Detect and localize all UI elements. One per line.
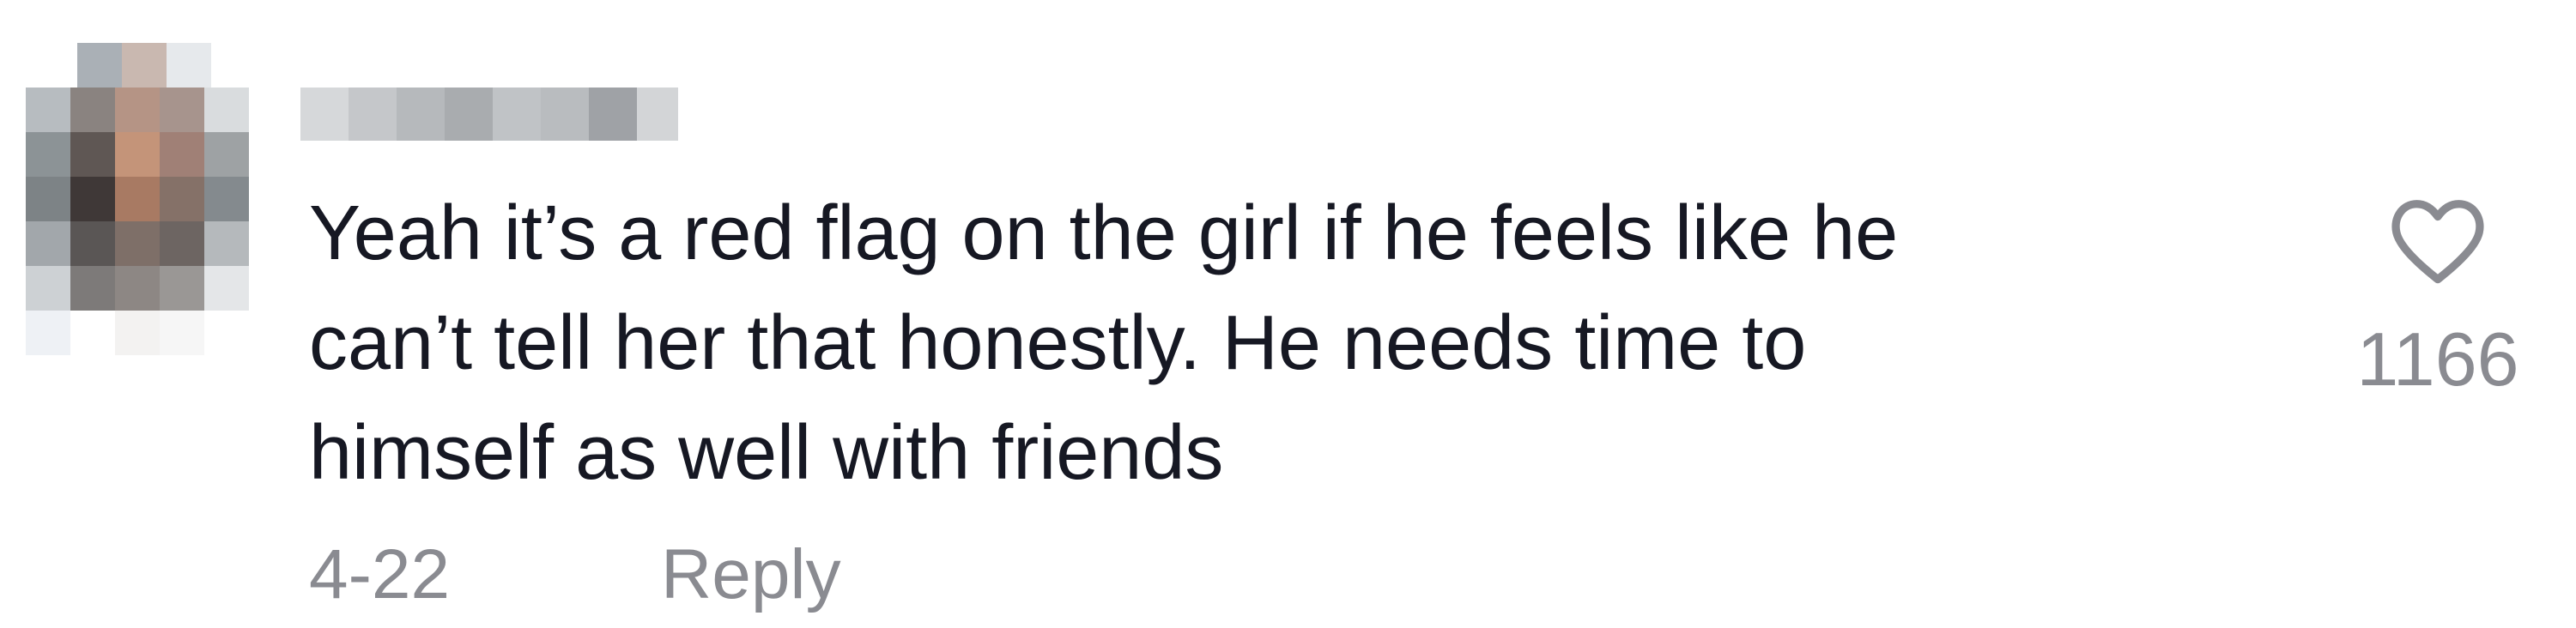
comment-text: Yeah it’s a red flag on the girl if he f… — [309, 178, 2283, 508]
comment-line: himself as well with friends — [309, 410, 1224, 496]
comment-line: Yeah it’s a red flag on the girl if he f… — [309, 190, 1899, 276]
comment-meta: 4-22 Reply — [309, 532, 841, 618]
reply-button[interactable]: Reply — [661, 532, 841, 618]
avatar[interactable] — [26, 43, 258, 360]
comment-date: 4-22 — [309, 535, 451, 613]
like-count: 1166 — [2356, 317, 2519, 402]
comment-line: can’t tell her that honestly. He needs t… — [309, 300, 1807, 386]
heart-outline-icon[interactable] — [2387, 193, 2488, 286]
username[interactable] — [300, 88, 678, 141]
like-area: 1166 — [2352, 193, 2524, 402]
